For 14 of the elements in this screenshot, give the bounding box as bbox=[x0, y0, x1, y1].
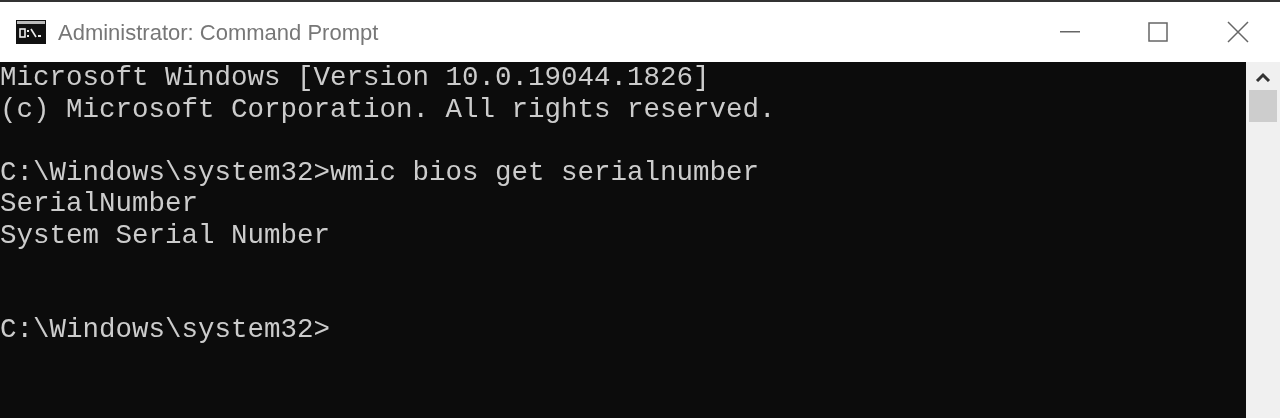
maximize-icon bbox=[1148, 22, 1168, 42]
close-icon bbox=[1227, 21, 1249, 43]
console-line: C:\Windows\system32> bbox=[0, 314, 331, 346]
console-line: System Serial Number bbox=[0, 219, 331, 251]
scrollbar-thumb[interactable] bbox=[1249, 90, 1277, 122]
scroll-up-icon[interactable] bbox=[1255, 72, 1271, 82]
scrollbar[interactable] bbox=[1246, 62, 1280, 418]
console-line: Microsoft Windows [Version 10.0.19044.1826] bbox=[0, 62, 710, 94]
console-icon bbox=[16, 20, 46, 44]
console-line: (c) Microsoft Corporation. All rights reserved. bbox=[0, 93, 776, 125]
window-title: Administrator: Command Prompt bbox=[58, 18, 379, 47]
minimize-icon bbox=[1060, 31, 1080, 33]
console-line: SerialNumber bbox=[0, 188, 199, 220]
console-line: C:\Windows\system32>wmic bios get serialnumber bbox=[0, 156, 760, 188]
